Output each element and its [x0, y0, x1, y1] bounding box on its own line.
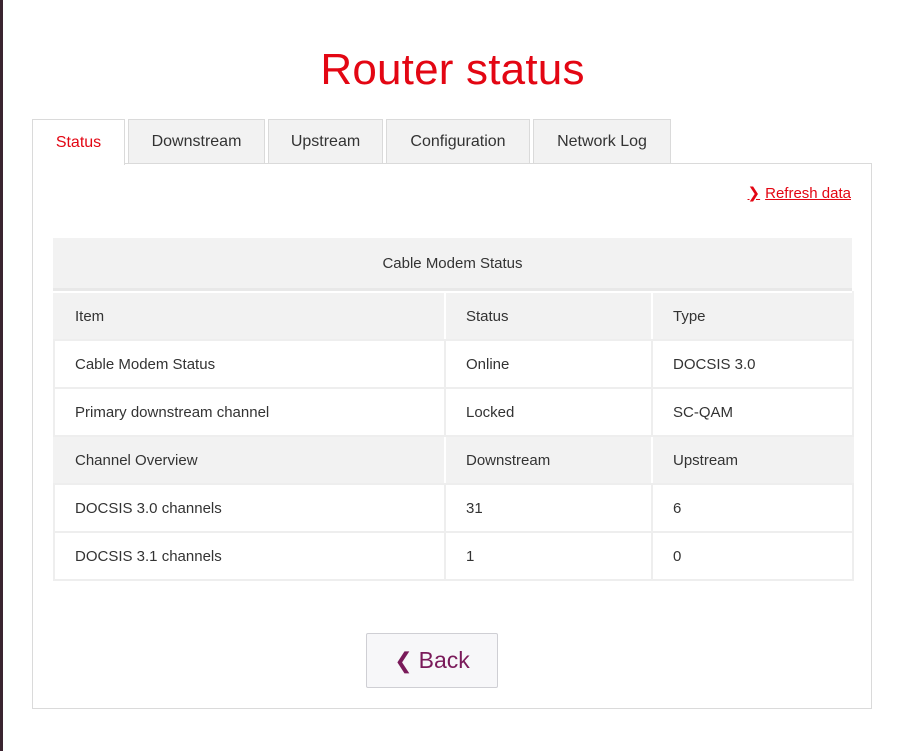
cell-channel-type: DOCSIS 3.0 channels — [53, 483, 446, 533]
tab-label: Configuration — [410, 133, 506, 150]
cable-modem-status-table: Cable Modem Status Item Status Type Cabl… — [53, 238, 854, 581]
tab-downstream[interactable]: Downstream — [128, 119, 265, 164]
tab-status[interactable]: Status — [32, 119, 125, 165]
channel-overview-header-row: Channel Overview Downstream Upstream — [53, 435, 854, 485]
tab-label: Downstream — [151, 133, 242, 150]
tab-label: Upstream — [290, 133, 361, 150]
cell-downstream-count: 31 — [444, 483, 653, 533]
table-header-row: Item Status Type — [53, 291, 854, 341]
header-cell-channel-overview: Channel Overview — [53, 435, 446, 485]
tab-network-log[interactable]: Network Log — [533, 119, 671, 164]
window-edge — [0, 0, 3, 751]
header-cell-status: Status — [444, 291, 653, 341]
header-cell-upstream: Upstream — [651, 435, 854, 485]
tab-upstream[interactable]: Upstream — [268, 119, 383, 164]
cell-status: Locked — [444, 387, 653, 437]
back-button[interactable]: ❮ Back — [366, 633, 498, 688]
back-button-label: Back — [418, 647, 470, 673]
header-cell-item: Item — [53, 291, 446, 341]
tab-label: Status — [55, 133, 102, 151]
table-row: DOCSIS 3.1 channels 1 0 — [53, 531, 854, 581]
cell-item: Cable Modem Status — [53, 339, 446, 389]
table-row: Primary downstream channel Locked SC-QAM — [53, 387, 854, 437]
status-panel: ❯ Refresh data Cable Modem Status Item S… — [32, 163, 872, 709]
header-cell-type: Type — [651, 291, 854, 341]
table-title: Cable Modem Status — [53, 238, 852, 291]
chevron-right-icon: ❯ — [747, 185, 761, 202]
header-cell-downstream: Downstream — [444, 435, 653, 485]
cell-upstream-count: 0 — [651, 531, 854, 581]
tab-configuration[interactable]: Configuration — [386, 119, 530, 164]
cell-channel-type: DOCSIS 3.1 channels — [53, 531, 446, 581]
page-title: Router status — [320, 45, 585, 94]
cell-type: DOCSIS 3.0 — [651, 339, 854, 389]
refresh-data-link[interactable]: ❯ Refresh data — [747, 184, 851, 203]
cell-item: Primary downstream channel — [53, 387, 446, 437]
cell-type: SC-QAM — [651, 387, 854, 437]
tab-label: Network Log — [557, 133, 647, 150]
table-row: DOCSIS 3.0 channels 31 6 — [53, 483, 854, 533]
cell-upstream-count: 6 — [651, 483, 854, 533]
tab-bar: Status Downstream Upstream Configuration… — [32, 119, 674, 165]
table-row: Cable Modem Status Online DOCSIS 3.0 — [53, 339, 854, 389]
refresh-data-label: Refresh data — [765, 184, 851, 202]
chevron-left-icon: ❮ — [394, 647, 413, 673]
cell-status: Online — [444, 339, 653, 389]
cell-downstream-count: 1 — [444, 531, 653, 581]
